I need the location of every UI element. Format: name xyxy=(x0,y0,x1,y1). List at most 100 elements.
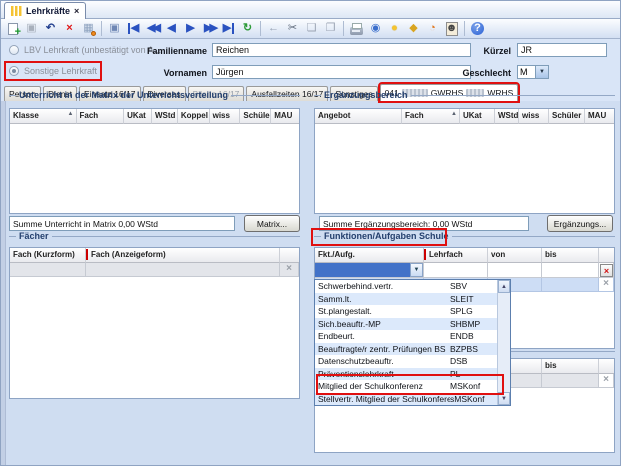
kuerzel-label: Kürzel xyxy=(456,46,511,56)
nav-last-button[interactable]: ▶ xyxy=(219,20,238,38)
chevron-down-icon[interactable]: ▼ xyxy=(410,263,423,277)
column-header-mau[interactable]: MAU xyxy=(585,109,614,124)
paste-button[interactable]: ❐ xyxy=(321,20,340,38)
form-view-button[interactable]: ▣ xyxy=(105,20,124,38)
dropdown-item[interactable]: Schwerbehind.vertr.SBV xyxy=(315,280,510,293)
column-header-fach-kurzform[interactable]: Fach (Kurzform) xyxy=(10,248,86,263)
ergaenzung-button[interactable]: Ergänzungs... xyxy=(547,215,613,232)
eye-icon: ◉ xyxy=(371,23,381,34)
column-header-lehrfach[interactable]: Lehrfach xyxy=(424,248,488,263)
refresh-button[interactable]: ↻ xyxy=(238,20,257,38)
dropdown-item[interactable]: PräventionslehrkraftPL xyxy=(315,368,510,381)
funktion-combo[interactable]: ▼ xyxy=(315,263,424,278)
matrix-group-title: Unterricht in der Matrix der Unterrichts… xyxy=(9,90,300,100)
chevron-down-icon[interactable]: ▼ xyxy=(535,65,549,79)
paste-icon: ❐ xyxy=(326,23,336,34)
save-button[interactable]: ▣ xyxy=(22,20,41,38)
delete-row-icon[interactable]: × xyxy=(599,278,614,292)
dropdown-item-mitglied-schulkonferenz[interactable]: Mitglied der SchulkonferenzMSKonf xyxy=(315,380,510,393)
print-icon xyxy=(350,27,363,35)
column-header-mau[interactable]: MAU xyxy=(271,109,299,124)
column-header-wiss[interactable]: wiss xyxy=(210,109,241,124)
reminder-button[interactable]: ◔ xyxy=(423,20,442,38)
column-header-fkt-aufg[interactable]: Fkt./Aufg. xyxy=(315,248,424,263)
delete-record-button[interactable]: × xyxy=(60,20,79,38)
scroll-up-icon[interactable]: ▲ xyxy=(498,280,510,293)
column-header-bis[interactable]: bis xyxy=(542,248,599,263)
print-button[interactable] xyxy=(347,20,366,38)
column-header-fach[interactable]: Fach xyxy=(77,109,125,124)
radio-sonstige-lehrkraft[interactable]: Sonstige Lehrkraft xyxy=(9,66,97,76)
lehrfach-cell[interactable] xyxy=(424,263,488,278)
announce-button[interactable]: ◆ xyxy=(404,20,423,38)
ergaenzung-table-header: Angebot Fach▲ UKat WStd wiss Schüler MAU xyxy=(315,109,614,124)
main-toolbar: + ▣ ↶ × ▦ ▣ ◀ ◀◀ ◀ ▶ ▶▶ ▶ ↻ ← ✂ ❏ ❐ ◉ ● … xyxy=(1,19,621,39)
dropdown-scrollbar[interactable]: ▲ ▼ xyxy=(497,280,510,405)
lehrkraefte-window: Lehrkräfte × + ▣ ↶ × ▦ ▣ ◀ ◀◀ ◀ ▶ ▶▶ ▶ ↻… xyxy=(0,0,621,466)
faecher-empty-row[interactable]: × xyxy=(10,263,299,277)
dropdown-item[interactable]: Sich.beauftr.-MPSHBMP xyxy=(315,318,510,331)
tab-lehrkraefte[interactable]: Lehrkräfte × xyxy=(4,2,86,19)
grid-edit-button[interactable]: ▦ xyxy=(79,20,98,38)
dropdown-item[interactable]: Datenschutzbeauftr.DSB xyxy=(315,355,510,368)
geschlecht-combo[interactable]: M ▼ xyxy=(517,65,549,79)
delete-row-icon[interactable]: × xyxy=(280,263,299,277)
cut-button[interactable]: ✂ xyxy=(283,20,302,38)
column-header-von[interactable]: von xyxy=(488,248,542,263)
bis-cell[interactable] xyxy=(542,263,599,278)
column-header-koppel[interactable]: Koppel xyxy=(178,109,210,124)
column-header-wiss[interactable]: wiss xyxy=(519,109,549,124)
scroll-down-icon[interactable]: ▼ xyxy=(498,392,510,405)
nav-last-icon: ▶ xyxy=(223,23,234,34)
nav-fast-back-button[interactable]: ◀◀ xyxy=(143,20,162,38)
panel-splitter[interactable] xyxy=(1,101,6,466)
nav-back-icon: ◀ xyxy=(167,23,175,34)
geschlecht-label: Geschlecht xyxy=(441,68,511,78)
person-card-icon: ☻ xyxy=(446,22,458,36)
column-header-ukat[interactable]: UKat xyxy=(124,109,152,124)
column-header-fach[interactable]: Fach▲ xyxy=(402,109,460,124)
dropdown-item[interactable]: St.plangestalt.SPLG xyxy=(315,305,510,318)
dropdown-item[interactable]: Endbeurt.ENDB xyxy=(315,330,510,343)
person-card-button[interactable]: ☻ xyxy=(442,20,461,38)
matrix-button[interactable]: Matrix... xyxy=(244,215,300,232)
copy-button[interactable]: ❏ xyxy=(302,20,321,38)
column-header-bis[interactable]: bis xyxy=(542,359,599,374)
column-header-wstd[interactable]: WStd xyxy=(495,109,519,124)
familienname-label: Familienname xyxy=(131,46,207,56)
column-header-schueler[interactable]: Schüler xyxy=(549,109,585,124)
hint-button[interactable]: ● xyxy=(385,20,404,38)
radio-selected-icon[interactable] xyxy=(9,66,19,76)
familienname-field[interactable] xyxy=(212,43,471,57)
column-header-klasse[interactable]: Klasse▲ xyxy=(10,109,77,124)
delete-row-icon[interactable]: × xyxy=(599,374,614,388)
nav-back-button[interactable]: ◀ xyxy=(162,20,181,38)
delete-row-button[interactable]: × xyxy=(600,264,613,277)
copy-icon: ❏ xyxy=(307,23,317,34)
new-record-button[interactable]: + xyxy=(3,20,22,38)
von-cell[interactable] xyxy=(488,263,542,278)
nav-fast-forward-button[interactable]: ▶▶ xyxy=(200,20,219,38)
geschlecht-value: M xyxy=(517,65,535,79)
nav-first-button[interactable]: ◀ xyxy=(124,20,143,38)
preview-button[interactable]: ◉ xyxy=(366,20,385,38)
dropdown-item[interactable]: Beauftragte/r zentr. Prüfungen BSBZPBS xyxy=(315,343,510,356)
close-tab-icon[interactable]: × xyxy=(74,7,79,16)
nav-forward-button[interactable]: ▶ xyxy=(181,20,200,38)
radio-icon[interactable] xyxy=(9,45,19,55)
dropdown-item[interactable]: Samm.lt.SLEIT xyxy=(315,293,510,306)
column-header-fach-anzeigeform[interactable]: Fach (Anzeigeform) xyxy=(86,248,280,263)
dropdown-item[interactable]: Stellvertr. Mitglied der Schulkonferenzs… xyxy=(315,393,510,406)
column-header-schueler[interactable]: Schüler xyxy=(240,109,271,124)
kuerzel-field[interactable] xyxy=(517,43,607,57)
column-header-delete xyxy=(599,248,614,263)
vornamen-field[interactable] xyxy=(212,65,471,79)
column-header-wstd[interactable]: WStd xyxy=(152,109,178,124)
column-header-angebot[interactable]: Angebot xyxy=(315,109,402,124)
help-button[interactable]: ? xyxy=(468,20,487,38)
column-header-ukat[interactable]: UKat xyxy=(460,109,495,124)
back-arrow-button[interactable]: ← xyxy=(264,20,283,38)
teachers-icon xyxy=(11,6,22,16)
matrix-table: Klasse▲ Fach UKat WStd Koppel wiss Schül… xyxy=(9,108,300,214)
undo-button[interactable]: ↶ xyxy=(41,20,60,38)
